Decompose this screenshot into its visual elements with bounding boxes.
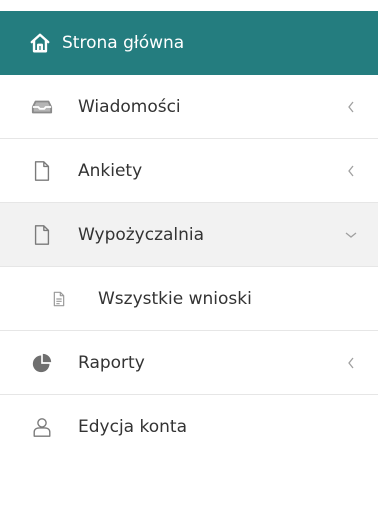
menu-item-home[interactable]: Strona główna xyxy=(0,11,378,75)
chevron-left-icon xyxy=(344,164,358,178)
menu-item-label: Wypożyczalnia xyxy=(78,224,205,245)
menu-item-account-edit[interactable]: Edycja konta xyxy=(0,395,378,459)
menu-item-label: Edycja konta xyxy=(78,417,187,437)
user-icon xyxy=(31,416,53,438)
menu-item-label: Strona główna xyxy=(62,33,185,53)
chevron-left-icon xyxy=(344,356,358,370)
sidebar-menu: Strona główna Wiadomości Ankiety Wypożyc… xyxy=(0,11,378,459)
inbox-icon xyxy=(31,96,53,118)
document-icon xyxy=(31,224,53,246)
submenu-item-all-requests[interactable]: Wszystkie wnioski xyxy=(0,267,378,331)
menu-item-label: Ankiety xyxy=(78,160,143,181)
submenu-item-label: Wszystkie wnioski xyxy=(98,288,252,309)
file-text-icon xyxy=(48,288,70,310)
menu-item-label: Raporty xyxy=(78,352,145,373)
home-icon xyxy=(29,32,51,54)
menu-item-label: Wiadomości xyxy=(78,96,181,117)
document-icon xyxy=(31,160,53,182)
menu-item-reports[interactable]: Raporty xyxy=(0,331,378,395)
menu-item-surveys[interactable]: Ankiety xyxy=(0,139,378,203)
menu-item-messages[interactable]: Wiadomości xyxy=(0,75,378,139)
menu-item-rental[interactable]: Wypożyczalnia xyxy=(0,203,378,267)
chevron-left-icon xyxy=(344,100,358,114)
pie-chart-icon xyxy=(31,352,53,374)
chevron-down-icon xyxy=(344,228,358,242)
